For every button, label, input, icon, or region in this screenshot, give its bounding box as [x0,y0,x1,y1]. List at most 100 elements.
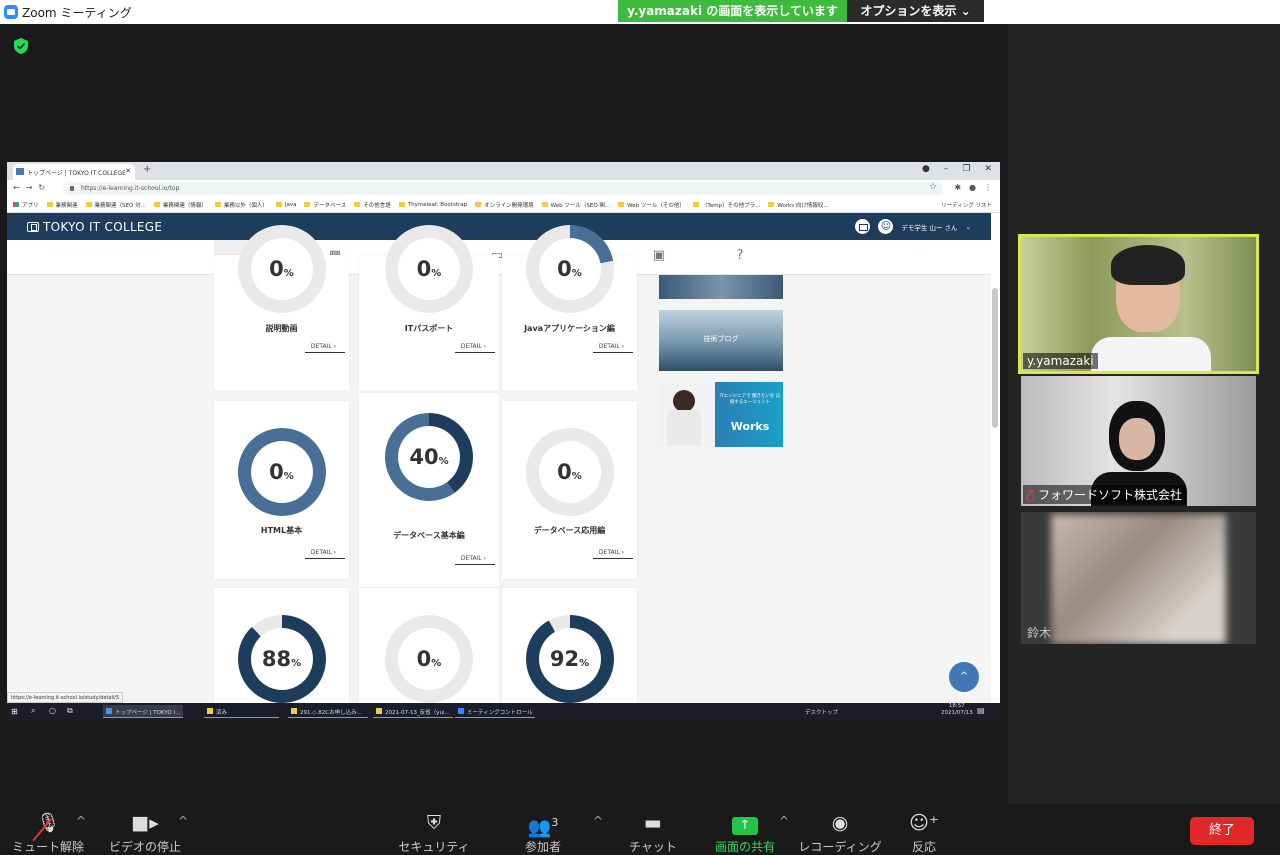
progress-percent: 0% [416,647,442,671]
bookmark-item[interactable]: 業務関連 [46,201,78,209]
desktop-label[interactable]: デスクトップ [805,708,838,716]
security-button[interactable]: ⛨ セキュリティ [389,810,479,855]
share-screen-icon: ↑ [700,810,790,836]
back-icon[interactable]: ← [13,183,26,192]
course-card[interactable]: 88% [214,588,349,720]
chevron-right-icon: › [333,343,337,350]
bookmark-item[interactable]: （Temp）その他ブラ... [692,201,760,209]
bookmark-item[interactable]: 業務関連（SEO 対... [85,201,146,209]
view-options-button[interactable]: オプションを表示 ⌄ [847,0,984,22]
chat-icon: ▬ [644,812,662,834]
course-card[interactable]: 92% [502,588,637,720]
user-name[interactable]: デモ学生 山ー さん [901,222,957,232]
app-icon [106,708,112,714]
user-avatar[interactable]: ☺ [878,219,894,234]
folder-icon [398,202,405,207]
bookmark-item[interactable]: Works 向け情報収... [768,201,829,209]
taskbar-item[interactable]: トップページ | TOKYO I... [103,705,183,718]
site-header: TOKYO IT COLLEGE ☺ デモ学生 山ー さん ⌄ [7,213,991,240]
participant-tile[interactable]: 🎙̸ フォワードソフト株式会社 [1021,376,1256,506]
detail-link[interactable]: DETAIL › [593,343,633,353]
video-options-caret[interactable]: ^ [178,814,188,828]
share-options-caret[interactable]: ^ [779,814,789,828]
course-card[interactable]: 0% Javaアプリケーション編 DETAIL › [502,225,637,390]
nav-help-icon[interactable]: ? [700,240,780,271]
tech-blog-banner[interactable]: 技術ブログ [659,310,783,371]
taskbar-item[interactable]: 291.◇.82Cお申し込み... [288,705,368,718]
bookmark-item[interactable]: 業務以外（個人） [214,201,268,209]
bookmark-item[interactable]: その他言語 [354,201,391,209]
detail-link[interactable]: DETAIL › [593,549,633,559]
chevron-down-icon[interactable]: ⌄ [966,223,971,231]
mail-icon[interactable] [855,219,871,234]
taskbar-item[interactable]: 2021-07-13_反省（yui... [373,705,453,718]
share-screen-button[interactable]: ↑ 画面の共有 [700,810,790,855]
browser-tab[interactable]: トップページ | TOKYO IT COLLEGE ✕ [13,164,135,180]
taskbar-item[interactable]: ミーティングコントロール [455,705,535,718]
banner-image[interactable] [659,275,783,299]
course-card[interactable]: 0% HTML基本 DETAIL › [214,401,349,579]
close-window-icon[interactable]: ✕ [984,164,992,174]
chevron-right-icon: › [621,343,625,350]
participants-button[interactable]: 👥3 参加者 [498,810,588,855]
extensions-icon[interactable]: ✱ [954,183,961,192]
muted-mic-icon: 🎙̸ [1027,488,1035,502]
forward-icon[interactable]: → [26,183,39,192]
clock[interactable]: 18:57 2021/07/13 [941,703,973,717]
folder-icon [46,202,53,207]
page-scrollbar[interactable] [992,288,998,428]
folder-icon [354,202,361,207]
course-name: ITパスポート [404,324,454,333]
cortana-icon[interactable]: ○ [49,706,56,715]
apps-shortcut[interactable]: アプリ [13,201,39,209]
profile-dot-icon[interactable]: ● [922,164,930,174]
minimize-icon[interactable]: – [944,164,949,174]
detail-link[interactable]: DETAIL › [455,555,495,565]
reactions-button[interactable]: ☺⁺ 反応 [879,810,969,855]
reload-icon[interactable]: ↻ [38,183,51,192]
taskbar-item[interactable]: 済み [204,705,279,718]
participant-tile-active[interactable]: y.yamazaki [1018,234,1259,374]
task-view-icon[interactable]: ⧉ [67,706,73,716]
bookmark-item[interactable]: 業務関連（情報） [153,201,207,209]
reading-list[interactable]: リーディング リスト [941,201,1000,209]
detail-link[interactable]: DETAIL › [305,549,345,559]
bookmark-item[interactable]: Thymeleaf, Bootstrap [398,202,467,208]
course-card[interactable]: 0% データベース応用編 DETAIL › [502,401,637,579]
bookmark-star-icon[interactable]: ☆ [929,182,937,192]
restore-icon[interactable]: ❐ [962,164,970,174]
folder-icon [618,202,625,207]
participant-tile[interactable]: 鈴木 [1021,512,1256,644]
bookmark-item[interactable]: Web ツール（その他） [618,201,685,209]
record-button[interactable]: ◉ レコーディング [795,810,885,855]
windows-start-icon[interactable]: ⊞ [11,707,18,716]
search-icon[interactable]: ⌕ [31,706,35,716]
course-card[interactable]: 40% データベース基本編 DETAIL › [359,393,499,587]
participant-name: 🎙̸ フォワードソフト株式会社 [1023,485,1187,504]
site-logo[interactable]: TOKYO IT COLLEGE [27,220,162,234]
course-card[interactable]: 0% [359,588,499,720]
course-name: HTML基本 [260,526,303,535]
detail-link[interactable]: DETAIL › [305,343,345,353]
works-agent-banner[interactable]: ITエンジニアで 働きたいを 応援するエージェント Works [659,382,783,447]
menu-icon[interactable]: ⋮ [984,183,992,192]
bookmark-item[interactable]: Web ツール（SEO 関... [541,201,610,209]
audio-options-caret[interactable]: ^ [76,814,86,828]
scroll-to-top-button[interactable]: ^ [949,662,979,692]
notification-icon[interactable]: ▤ [977,706,985,715]
close-tab-icon[interactable]: ✕ [125,167,131,175]
course-card[interactable]: 0% 説明動画 DETAIL › [214,225,349,390]
detail-link[interactable]: DETAIL › [455,343,495,353]
bookmark-item[interactable]: データベース [304,201,346,209]
new-tab-icon[interactable]: + [143,164,151,175]
url-field[interactable]: https://e-learning.it-school.io/top ☆ [63,182,943,195]
end-meeting-button[interactable]: 終了 [1190,817,1254,845]
stop-video-button[interactable]: ■▸ ビデオの停止 [100,810,190,855]
bookmark-item[interactable]: オンライン開発環境 [475,201,534,209]
participants-options-caret[interactable]: ^ [593,814,603,828]
chat-button[interactable]: ▬ チャット [608,810,698,855]
encryption-shield-icon[interactable] [13,37,29,55]
profile-icon[interactable]: ● [969,183,976,192]
bookmark-item[interactable]: Java [275,202,296,208]
course-card[interactable]: 0% ITパスポート DETAIL › [359,225,499,390]
